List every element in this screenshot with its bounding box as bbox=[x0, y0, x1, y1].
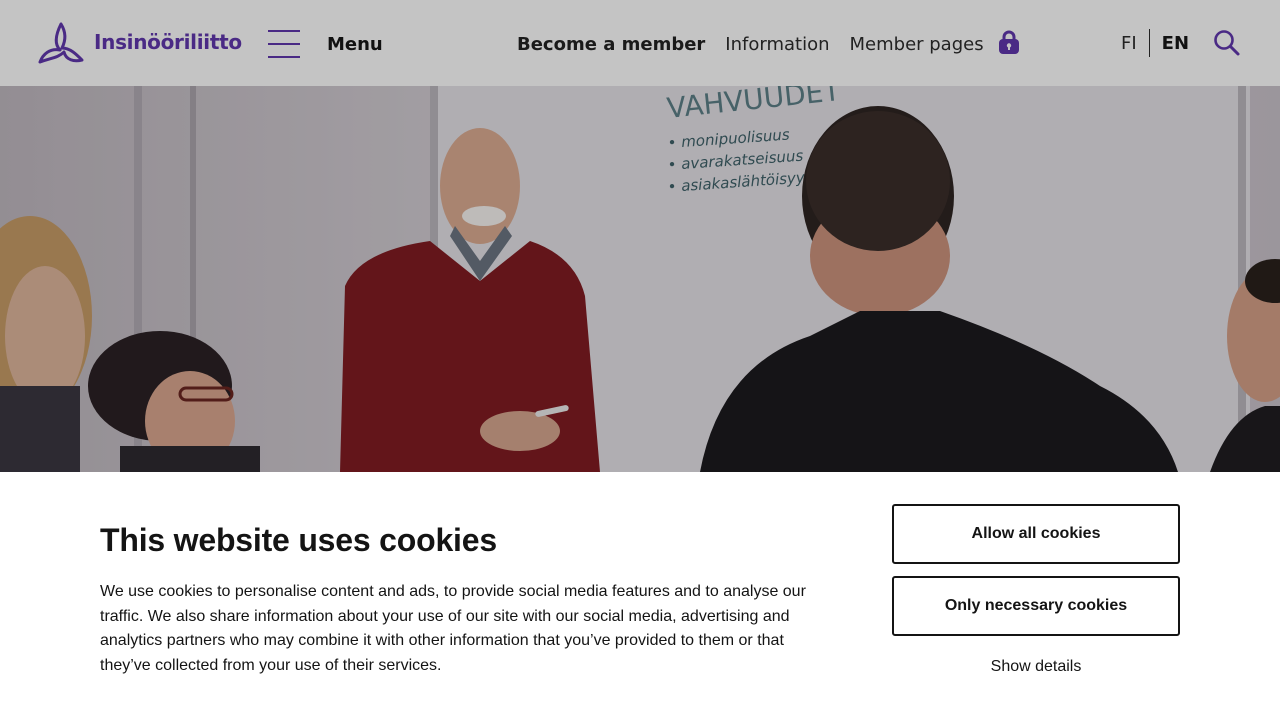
menu-button[interactable]: Menu bbox=[268, 26, 383, 62]
nav-become-member[interactable]: Become a member bbox=[517, 34, 705, 55]
logo-text: Insinööriliitto bbox=[94, 30, 242, 54]
site-header: Insinööriliitto Menu Become a member Inf… bbox=[0, 0, 1280, 86]
main-nav: Become a member Information Member pages bbox=[517, 30, 1020, 58]
show-details-link[interactable]: Show details bbox=[892, 658, 1180, 676]
allow-all-cookies-button[interactable]: Allow all cookies bbox=[892, 504, 1180, 564]
menu-label: Menu bbox=[327, 33, 383, 55]
search-icon[interactable] bbox=[1213, 29, 1241, 62]
logo-link[interactable]: Insinööriliitto bbox=[36, 20, 242, 64]
lang-divider bbox=[1148, 29, 1150, 57]
only-necessary-cookies-button[interactable]: Only necessary cookies bbox=[892, 576, 1180, 636]
cookie-description: We use cookies to personalise content an… bbox=[100, 583, 806, 675]
nav-member-pages[interactable]: Member pages bbox=[850, 34, 984, 55]
logo-icon bbox=[36, 20, 86, 64]
lang-fi[interactable]: FI bbox=[1121, 33, 1137, 54]
cookie-title: This website uses cookies bbox=[100, 522, 497, 558]
cookie-banner: This website uses cookies We use cookies… bbox=[0, 472, 1280, 720]
lock-icon[interactable] bbox=[998, 29, 1020, 60]
nav-information[interactable]: Information bbox=[725, 34, 829, 55]
hero-image: VAHVUUDET • monipuolisuus • avarakatseis… bbox=[0, 86, 1280, 472]
language-switcher: FI EN bbox=[1121, 28, 1189, 58]
hamburger-icon bbox=[268, 30, 304, 58]
lang-en[interactable]: EN bbox=[1162, 33, 1189, 54]
